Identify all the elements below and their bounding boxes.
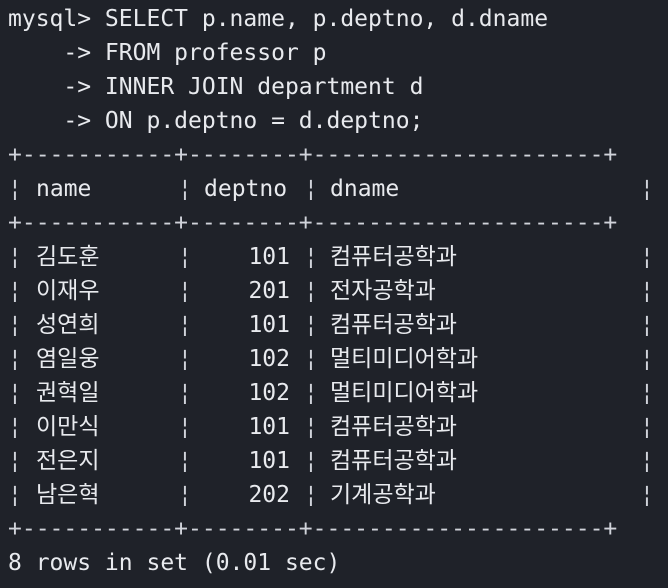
query-line: -> FROM professor p	[8, 40, 327, 66]
column-separator: ¦	[8, 278, 22, 304]
table-row: ¦ 김도훈 ¦ 101 ¦ 컴퓨터공학과 ¦	[8, 240, 668, 274]
cell-dname: 전자공학과	[330, 278, 436, 304]
cell-name: 성연희	[36, 312, 100, 338]
result-summary: 8 rows in set (0.01 sec)	[8, 550, 341, 576]
table-row: ¦ 권혁일 ¦ 102 ¦ 멀티미디어학과 ¦	[8, 376, 668, 410]
table-row: ¦ 이만식 ¦ 101 ¦ 컴퓨터공학과 ¦	[8, 410, 668, 444]
column-separator: ¦	[8, 312, 22, 338]
table-border-bottom: +-----------+--------+------------------…	[8, 516, 618, 542]
column-separator: ¦	[304, 346, 318, 372]
column-separator: ¦	[178, 448, 192, 474]
column-separator: ¦	[8, 448, 22, 474]
cell-dname: 컴퓨터공학과	[330, 312, 457, 338]
cell-deptno: 202	[248, 482, 290, 508]
column-separator: ¦	[8, 346, 22, 372]
query-line: -> INNER JOIN department d	[8, 74, 424, 100]
table-border-mid: +-----------+--------+------------------…	[8, 210, 618, 236]
table-header-row: ¦ name ¦ deptno ¦ dname ¦	[8, 172, 668, 206]
cell-dname: 컴퓨터공학과	[330, 244, 457, 270]
column-separator: ¦	[178, 380, 192, 406]
table-border-top: +-----------+--------+------------------…	[8, 142, 618, 168]
column-separator: ¦	[304, 278, 318, 304]
column-separator: ¦	[8, 482, 22, 508]
table-row: ¦ 전은지 ¦ 101 ¦ 컴퓨터공학과 ¦	[8, 444, 668, 478]
column-separator: ¦	[178, 244, 192, 270]
cell-dname: 멀티미디어학과	[330, 380, 479, 406]
column-separator: ¦	[304, 176, 318, 202]
column-separator: ¦	[304, 312, 318, 338]
column-header-dname: dname	[330, 176, 400, 202]
terminal-window[interactable]: mysql> SELECT p.name, p.deptno, d.dname …	[0, 0, 668, 588]
cell-name: 김도훈	[36, 244, 100, 270]
column-separator: ¦	[640, 346, 654, 372]
cell-dname: 컴퓨터공학과	[330, 414, 457, 440]
column-separator: ¦	[640, 244, 654, 270]
column-separator: ¦	[304, 380, 318, 406]
column-separator: ¦	[8, 244, 22, 270]
cell-deptno: 102	[248, 380, 290, 406]
cell-name: 권혁일	[36, 380, 100, 406]
table-row: ¦ 남은혁 ¦ 202 ¦ 기계공학과 ¦	[8, 478, 668, 512]
cell-dname: 멀티미디어학과	[330, 346, 479, 372]
column-separator: ¦	[8, 176, 22, 202]
table-row: ¦ 이재우 ¦ 201 ¦ 전자공학과 ¦	[8, 274, 668, 308]
column-separator: ¦	[178, 278, 192, 304]
query-line: -> ON p.deptno = d.deptno;	[8, 108, 424, 134]
column-header-name: name	[36, 176, 92, 202]
cell-deptno: 101	[248, 448, 290, 474]
cell-dname: 기계공학과	[330, 482, 436, 508]
query-block: mysql> SELECT p.name, p.deptno, d.dname …	[8, 2, 668, 138]
cell-name: 전은지	[36, 448, 100, 474]
column-separator: ¦	[178, 414, 192, 440]
column-header-deptno: deptno	[204, 176, 288, 202]
cell-name: 이만식	[36, 414, 100, 440]
column-separator: ¦	[178, 312, 192, 338]
table-body: ¦ 김도훈 ¦ 101 ¦ 컴퓨터공학과 ¦ ¦ 이재우 ¦ 201 ¦ 전자공학과 ¦ ¦ 성연희 ¦ 101 ¦…	[8, 240, 668, 512]
cell-name: 이재우	[36, 278, 100, 304]
column-separator: ¦	[640, 278, 654, 304]
column-separator: ¦	[640, 482, 654, 508]
cell-name: 남은혁	[36, 482, 100, 508]
column-separator: ¦	[8, 380, 22, 406]
cell-deptno: 101	[248, 244, 290, 270]
column-separator: ¦	[178, 482, 192, 508]
result-table: +-----------+--------+------------------…	[8, 138, 668, 546]
cell-name: 염일웅	[36, 346, 100, 372]
column-separator: ¦	[304, 244, 318, 270]
cell-dname: 컴퓨터공학과	[330, 448, 457, 474]
cell-deptno: 101	[248, 414, 290, 440]
column-separator: ¦	[640, 380, 654, 406]
cell-deptno: 102	[248, 346, 290, 372]
column-separator: ¦	[178, 346, 192, 372]
column-separator: ¦	[304, 482, 318, 508]
cell-deptno: 201	[248, 278, 290, 304]
column-separator: ¦	[640, 448, 654, 474]
column-separator: ¦	[640, 414, 654, 440]
column-separator: ¦	[304, 448, 318, 474]
table-row: ¦ 염일웅 ¦ 102 ¦ 멀티미디어학과 ¦	[8, 342, 668, 376]
column-separator: ¦	[304, 414, 318, 440]
cell-deptno: 101	[248, 312, 290, 338]
table-row: ¦ 성연희 ¦ 101 ¦ 컴퓨터공학과 ¦	[8, 308, 668, 342]
column-separator: ¦	[178, 176, 192, 202]
column-separator: ¦	[640, 312, 654, 338]
column-separator: ¦	[640, 176, 654, 202]
column-separator: ¦	[8, 414, 22, 440]
query-line: mysql> SELECT p.name, p.deptno, d.dname	[8, 6, 549, 32]
